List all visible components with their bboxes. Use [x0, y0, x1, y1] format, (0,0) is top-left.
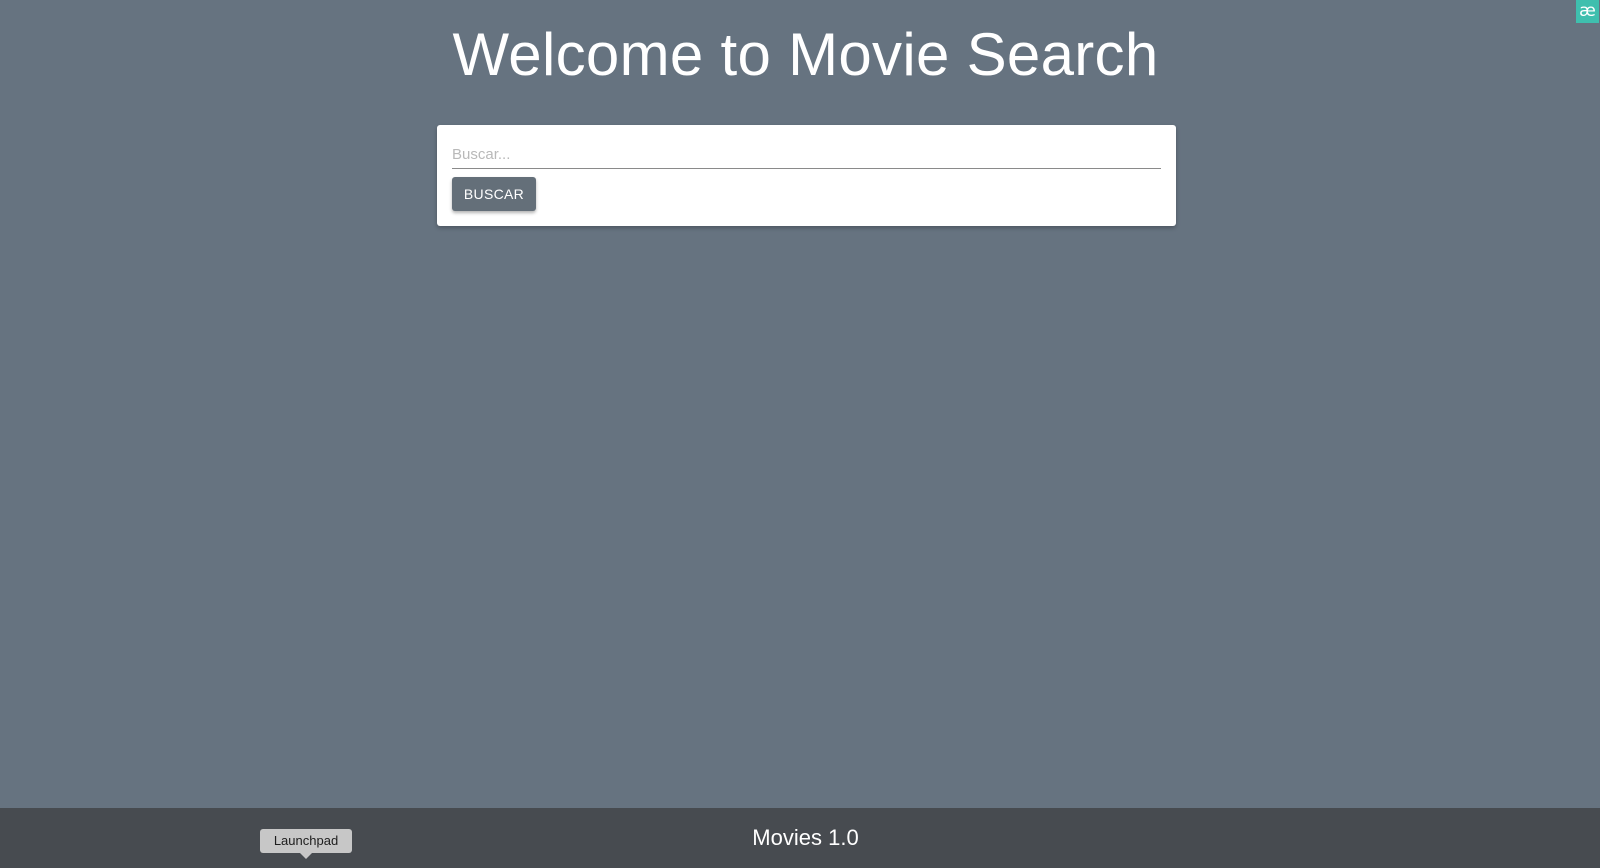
ae-extension-icon[interactable]: æ [1576, 0, 1599, 23]
page-title: Welcome to Movie Search [452, 21, 1159, 88]
main-area: Welcome to Movie Search BUSCAR æ [0, 0, 1600, 808]
search-card: BUSCAR [437, 125, 1176, 226]
footer: Launchpad Movies 1.0 [0, 808, 1600, 868]
footer-title: Movies 1.0 [752, 825, 859, 850]
search-input[interactable] [452, 140, 1161, 169]
tooltip-arrow [300, 853, 312, 859]
page: Welcome to Movie Search BUSCAR æ Launchp… [0, 0, 1600, 868]
search-button[interactable]: BUSCAR [452, 177, 536, 211]
